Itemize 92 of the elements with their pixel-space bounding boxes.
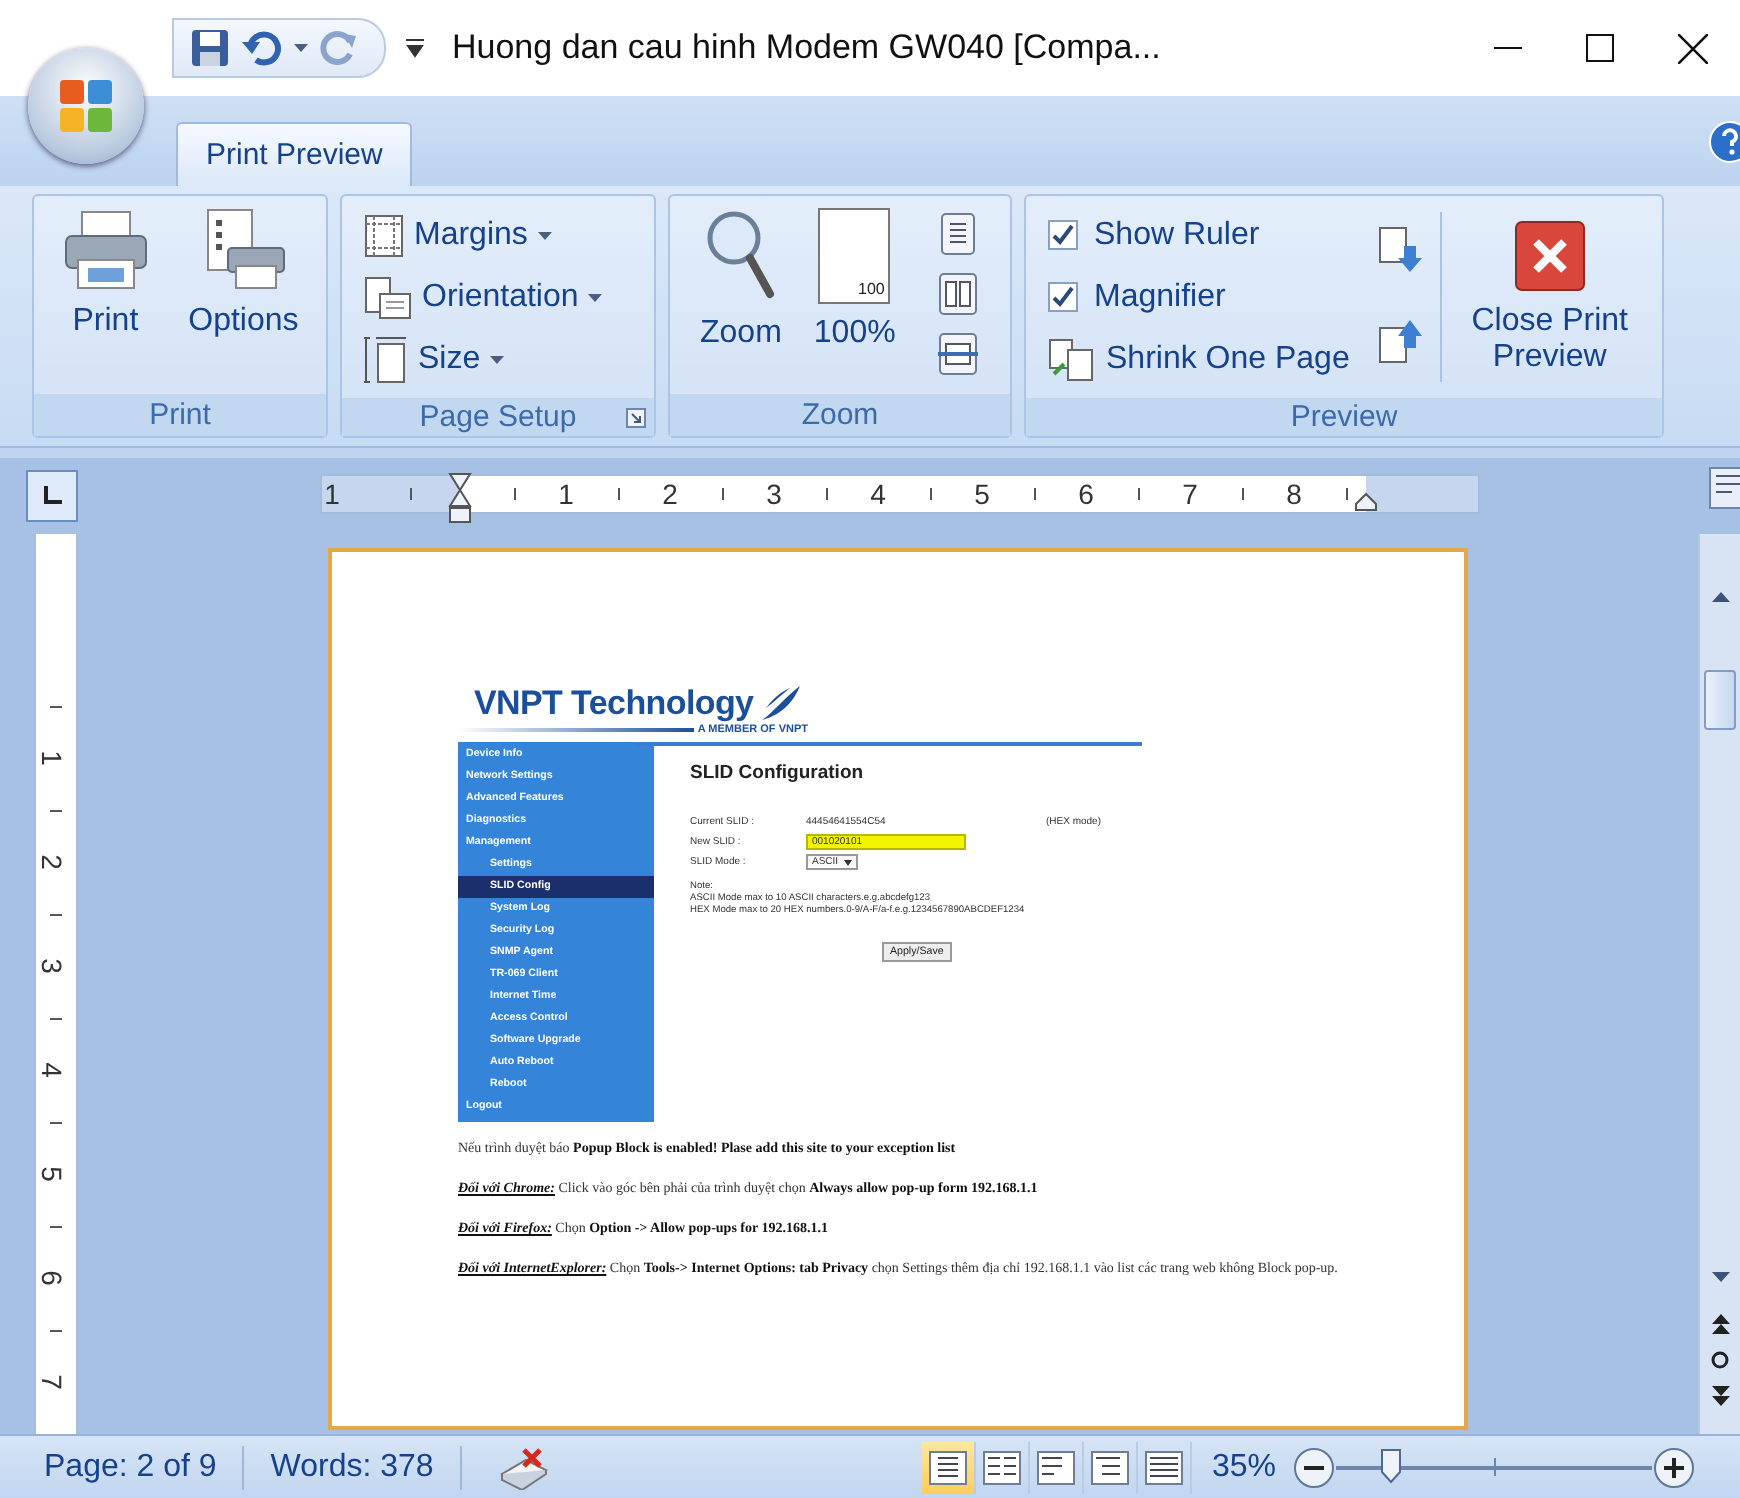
close-preview-icon xyxy=(1513,220,1586,292)
group-label: Page Setup xyxy=(342,398,654,436)
view-button[interactable] xyxy=(921,1441,976,1493)
scroll-down-icon[interactable] xyxy=(1711,1271,1729,1281)
undo-icon[interactable] xyxy=(242,30,282,66)
margins-icon xyxy=(364,213,404,257)
help-icon[interactable] xyxy=(1708,120,1740,164)
group-label: Print xyxy=(34,394,326,436)
ruler-number: 1 xyxy=(324,478,340,510)
previous-page-icon xyxy=(1375,318,1424,366)
checkbox-label: Show Ruler xyxy=(1094,217,1260,253)
next-page-arrows-icon[interactable] xyxy=(1711,1386,1729,1406)
ruler-number: 4 xyxy=(870,478,886,510)
tab-selector-button[interactable] xyxy=(26,470,78,522)
two-pages-icon xyxy=(937,272,978,316)
maximize-icon[interactable] xyxy=(1586,33,1614,61)
ruler-number: 2 xyxy=(662,478,678,510)
size-button[interactable]: Size xyxy=(358,328,646,390)
caret-icon xyxy=(588,293,603,301)
caret-icon xyxy=(490,355,505,363)
ruler-number: 6 xyxy=(35,1270,68,1286)
ruler-number: 2 xyxy=(35,854,68,870)
page-heading: SLID Configuration xyxy=(690,762,866,784)
word-count[interactable]: Words: 378 xyxy=(244,1445,462,1489)
customize-toolbar-icon[interactable] xyxy=(406,38,424,58)
page-width-icon xyxy=(935,332,980,376)
previous-page-arrows-icon[interactable] xyxy=(1711,1314,1729,1334)
outline-icon xyxy=(1089,1449,1130,1485)
ruler-number: 5 xyxy=(974,478,990,510)
print-layout-icon xyxy=(927,1449,968,1485)
browse-object-icon[interactable] xyxy=(1710,1350,1730,1370)
margins-button[interactable]: Margins xyxy=(358,204,646,266)
caret-icon xyxy=(844,859,853,865)
page-count[interactable]: Page: 2 of 9 xyxy=(0,1445,245,1489)
ruler-number: 4 xyxy=(35,1062,68,1078)
previous-page-button[interactable] xyxy=(1375,318,1424,366)
zoom-button[interactable]: Zoom xyxy=(690,204,792,386)
one-page-icon xyxy=(937,212,978,256)
office-logo-icon xyxy=(56,76,116,136)
proofing-book-icon[interactable] xyxy=(497,1445,550,1489)
orientation-button[interactable]: Orientation xyxy=(358,266,646,328)
print-button[interactable]: Print xyxy=(51,204,160,386)
scrollbar-thumb[interactable] xyxy=(1704,670,1736,730)
page-width-button[interactable] xyxy=(933,330,982,378)
zoom-out-icon[interactable] xyxy=(1292,1445,1336,1489)
ruler-number: 3 xyxy=(766,478,782,510)
zoom-100-button[interactable]: 100 100% xyxy=(803,204,906,386)
ruler-number: 7 xyxy=(35,1374,68,1390)
close-print-preview-button[interactable]: Close Print Preview xyxy=(1457,204,1642,390)
caret-icon xyxy=(537,231,552,239)
shrink-one-page-button[interactable]: Shrink One Page xyxy=(1042,328,1356,390)
ruler-number: 8 xyxy=(1286,478,1302,510)
page-100-icon: 100 xyxy=(818,208,891,304)
zoom-percent[interactable]: 35% xyxy=(1211,1449,1276,1485)
draft-icon xyxy=(1143,1449,1184,1485)
window-title: Huong dan cau hinh Modem GW040 [Compa... xyxy=(452,28,1161,68)
save-icon[interactable] xyxy=(190,28,230,68)
ruler-number: 7 xyxy=(1182,478,1198,510)
options-button[interactable]: Options xyxy=(178,204,309,386)
view-ruler-icon[interactable] xyxy=(1708,466,1740,510)
shrink-page-icon xyxy=(1048,337,1096,381)
orientation-icon xyxy=(364,275,412,319)
checkbox[interactable] xyxy=(1048,282,1078,312)
right-indent-icon[interactable] xyxy=(1354,492,1378,512)
caret-icon xyxy=(294,44,308,52)
zoom-magnifier-icon xyxy=(704,208,777,304)
left-tab-icon xyxy=(42,486,62,506)
logo-text: VNPT Technology xyxy=(474,684,754,724)
dialog-launcher-icon[interactable] xyxy=(626,408,646,428)
next-page-button[interactable] xyxy=(1375,226,1424,274)
zoom-in-icon[interactable] xyxy=(1652,1445,1696,1489)
close-icon[interactable] xyxy=(1678,33,1708,63)
checkbox-label: Magnifier xyxy=(1094,279,1226,315)
ruler-number: 6 xyxy=(1078,478,1094,510)
page-size-icon xyxy=(364,335,408,383)
web-layout-icon xyxy=(1035,1449,1076,1485)
checkbox[interactable] xyxy=(1048,220,1078,250)
scroll-up-icon[interactable] xyxy=(1711,591,1729,601)
vertical-scrollbar[interactable] xyxy=(1698,534,1740,1434)
two-pages-button[interactable] xyxy=(933,270,982,318)
next-page-icon xyxy=(1375,226,1424,274)
ruler-number: 1 xyxy=(558,478,574,510)
reading-layout-icon xyxy=(981,1449,1022,1485)
ruler-number: 3 xyxy=(35,958,68,974)
group-label: Preview xyxy=(1026,398,1662,436)
zoom-slider-thumb[interactable] xyxy=(1379,1447,1402,1483)
ruler-number: 5 xyxy=(35,1166,68,1182)
printer-icon xyxy=(61,208,150,292)
ribbon-tab[interactable]: Print Preview xyxy=(176,122,413,186)
indent-marker-icon[interactable] xyxy=(448,472,472,524)
ruler-number: 1 xyxy=(35,750,68,766)
group-label: Zoom xyxy=(670,394,1010,436)
